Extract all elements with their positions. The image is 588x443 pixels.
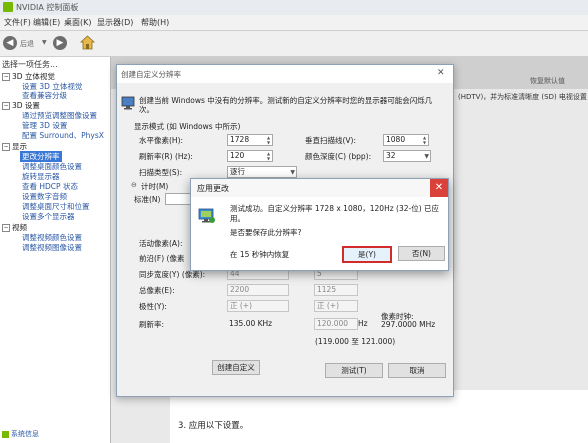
title-bar: NVIDIA 控制面板 [0, 0, 588, 16]
color-depth-label: 颜色深度(C) (bpp): [305, 152, 372, 161]
content-section [170, 390, 588, 443]
close-icon[interactable]: ✕ [430, 179, 448, 197]
menu-bar: 文件(F) 编辑(E) 桌面(K) 显示器(D) 帮助(H) [0, 15, 588, 31]
refresh-hz-value: 120.000 [317, 319, 349, 328]
collapse-icon[interactable]: − [2, 143, 10, 151]
create-custom-button[interactable]: 创建自定义 [212, 360, 260, 375]
v-lines-value: 1080 [386, 135, 406, 144]
menu-display[interactable]: 显示器(D) [97, 17, 133, 28]
dialog-question: 是否要保存此分辨率? [230, 228, 302, 237]
h-pixels-value: 1728 [230, 135, 250, 144]
system-info-label: 系统信息 [11, 430, 39, 438]
display-mode-label: 显示模式 (如 Windows 中所示) [134, 122, 241, 131]
collapse-icon[interactable]: − [2, 73, 10, 81]
scan-type-label: 扫描类型(S): [139, 168, 183, 177]
total-pixels-label: 总像素(E): [139, 286, 175, 295]
color-depth-select[interactable]: 32 ▼ [383, 150, 431, 162]
system-info-icon [2, 430, 9, 438]
dialog-message: 测试成功。自定义分辨率 1728 x 1080，120Hz (32-位) 已应用… [230, 204, 440, 223]
menu-help[interactable]: 帮助(H) [141, 17, 169, 28]
chevron-down-icon[interactable]: ▼ [290, 168, 295, 178]
hz-unit: Hz [358, 319, 368, 328]
dialog-description: 创建当前 Windows 中没有的分辨率。测试新的自定义分辨率时您的显示器可能会… [139, 96, 433, 114]
polarity-h-value: 正 (+) [230, 301, 253, 310]
section-3-heading: 3. 应用以下设置。 [178, 421, 249, 431]
back-label[interactable]: 后退 [20, 39, 34, 49]
v-lines-input[interactable]: 1080 ▲ ▼ [383, 134, 429, 146]
active-pixels-label: 活动像素(A): [139, 239, 183, 248]
monitor-icon [121, 96, 135, 110]
restore-default-link[interactable]: 恢复默认值 [530, 76, 565, 86]
task-panel: 选择一项任务... −3D 立体视觉 设置 3D 立体视觉 查看兼容分级 −3D… [0, 57, 111, 443]
collapse-icon[interactable]: − [2, 102, 10, 110]
nvidia-app-icon [3, 2, 13, 12]
yes-button[interactable]: 是(Y) [342, 246, 392, 263]
no-button[interactable]: 否(N) [398, 246, 445, 261]
total-pixels-v-input[interactable]: 1125 [314, 284, 358, 296]
window-title: NVIDIA 控制面板 [16, 3, 79, 12]
task-panel-header: 选择一项任务... [2, 60, 58, 69]
spinner-icon[interactable]: ▲ ▼ [266, 135, 271, 145]
system-info-link[interactable]: 系统信息 [2, 429, 39, 439]
refresh-rate-label: 刷新率: [139, 320, 165, 329]
scan-type-select[interactable]: 逐行 ▼ [227, 166, 297, 178]
timing-label: 计时(M) [141, 182, 169, 191]
scan-type-value: 逐行 [230, 167, 245, 176]
spinner-icon[interactable]: ▲ ▼ [422, 135, 427, 145]
refresh-label: 刷新率(R) (Hz): [139, 152, 193, 161]
test-button[interactable]: 测试(T) [325, 363, 383, 378]
total-pixels-h-input[interactable]: 2200 [227, 284, 289, 296]
tree-label: 3D 设置 [12, 101, 40, 110]
polarity-label: 极性(Y): [139, 302, 167, 311]
content-description: (HDTV)，并为标准清晰度 (SD) 电视设置 [458, 93, 587, 101]
polarity-v-select[interactable]: 正 (+) [314, 300, 358, 312]
toolbar: ◀ 后退 ▼ ▶ [0, 31, 588, 57]
front-porch-label: 前沿(F) (像素 [139, 254, 185, 263]
standard-select[interactable] [165, 193, 191, 205]
tree-item-surround-physx[interactable]: 配置 Surround、PhysX [22, 130, 104, 141]
display-settings-icon [198, 208, 215, 223]
menu-desktop[interactable]: 桌面(K) [64, 17, 92, 28]
total-pixels-h-value: 2200 [230, 285, 250, 294]
refresh-range: (119.000 至 121.000) [315, 337, 396, 346]
v-lines-label: 垂直扫描线(V): [305, 136, 357, 145]
cancel-button[interactable]: 取消 [388, 363, 446, 378]
dialog-title: 应用更改 [197, 184, 229, 193]
collapse-icon[interactable]: − [2, 224, 10, 232]
chevron-down-icon[interactable]: ▼ [424, 152, 429, 162]
revert-countdown: 在 15 秒钟内恢复 [230, 250, 290, 259]
pixel-clock-value: 297.0000 MHz [381, 320, 436, 329]
refresh-khz-value: 135.00 KHz [229, 319, 273, 328]
polarity-h-select[interactable]: 正 (+) [227, 300, 289, 312]
refresh-hz-input[interactable]: 120.000 [314, 318, 358, 330]
tree-item-multi-display[interactable]: 设置多个显示器 [22, 211, 75, 222]
back-icon[interactable]: ◀ [3, 36, 17, 50]
back-dropdown-icon[interactable]: ▼ [42, 39, 47, 46]
apply-changes-dialog: 应用更改 ✕ 测试成功。自定义分辨率 1728 x 1080，120Hz (32… [190, 178, 449, 271]
tree-label: 视频 [12, 223, 27, 232]
spinner-icon[interactable]: ▲ ▼ [266, 151, 271, 161]
tree-label: 3D 立体视觉 [12, 72, 55, 81]
polarity-v-value: 正 (+) [317, 301, 340, 310]
close-icon[interactable]: ✕ [437, 68, 445, 78]
refresh-value: 120 [230, 151, 245, 160]
h-pixels-input[interactable]: 1728 ▲ ▼ [227, 134, 273, 146]
h-pixels-label: 水平像素(H): [139, 136, 184, 145]
color-depth-value: 32 [386, 151, 396, 160]
dialog-title-bar [191, 179, 448, 197]
tree-label: 显示 [12, 142, 27, 151]
dialog-title: 创建自定义分辨率 [121, 70, 181, 79]
home-icon[interactable] [80, 35, 95, 50]
total-pixels-v-value: 1125 [317, 285, 337, 294]
menu-file[interactable]: 文件(F) [4, 17, 31, 28]
menu-edit[interactable]: 编辑(E) [33, 17, 60, 28]
refresh-input[interactable]: 120 ▲ ▼ [227, 150, 273, 162]
forward-icon[interactable]: ▶ [53, 36, 67, 50]
expand-icon[interactable]: ⊖ [131, 181, 137, 189]
tree-item-video-image[interactable]: 调整视频图像设置 [22, 242, 82, 253]
standard-label: 标准(N) [134, 195, 161, 204]
